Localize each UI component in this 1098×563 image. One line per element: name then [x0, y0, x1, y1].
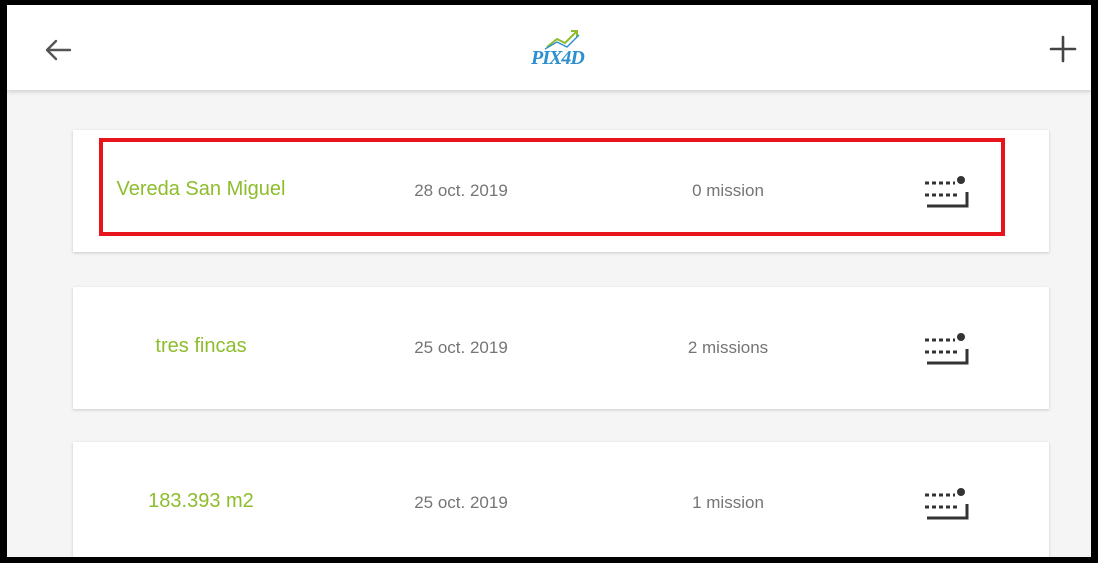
add-project-button[interactable]	[1045, 31, 1081, 67]
pix4d-logo: PIX4D	[527, 27, 587, 73]
project-name: 183.393 m2	[148, 490, 254, 512]
flight-plan-icon	[925, 333, 969, 365]
project-mission-count: 2 missions	[687, 338, 769, 357]
flight-plan-icon	[925, 488, 969, 520]
project-card[interactable]: Vereda San Miguel 28 oct. 2019 0 mission	[73, 130, 1049, 252]
flight-plan-icon	[925, 176, 969, 208]
logo-text: PIX4D	[531, 47, 585, 69]
app-screen: PIX4D Vereda San Miguel 28 oct. 2019 0 m…	[7, 5, 1091, 557]
project-card[interactable]: tres fincas 25 oct. 2019 2 missions	[73, 287, 1049, 409]
project-date: 28 oct. 2019	[414, 181, 508, 200]
project-mission-count: 0 mission	[692, 181, 764, 200]
project-name: Vereda San Miguel	[116, 178, 286, 200]
project-card[interactable]: 183.393 m2 25 oct. 2019 1 mission	[73, 442, 1049, 557]
project-name: tres fincas	[155, 335, 247, 357]
arrow-left-icon	[45, 39, 72, 61]
plus-icon	[1049, 35, 1077, 63]
project-date: 25 oct. 2019	[414, 338, 508, 357]
project-mission-count: 1 mission	[692, 493, 764, 512]
top-app-bar: PIX4D	[7, 5, 1091, 90]
project-date: 25 oct. 2019	[414, 493, 508, 512]
back-button[interactable]	[41, 33, 75, 67]
